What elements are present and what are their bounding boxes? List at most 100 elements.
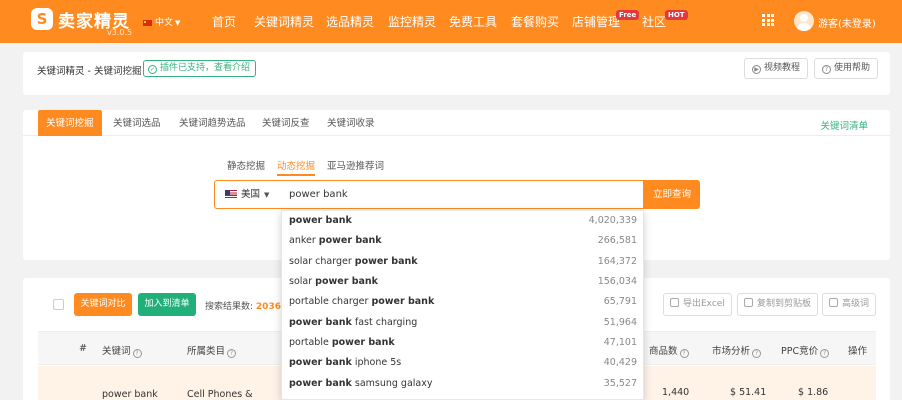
- country-label: 美国: [241, 189, 261, 200]
- breadcrumb-card: 关键词精灵 - 关键词挖掘 ✓ 插件已支持，查看介绍 ▶ 视频教程 ? 使用帮助: [23, 52, 890, 95]
- row-market: $ 51.41: [730, 387, 767, 398]
- suggestion-item[interactable]: portable charger power bank 65,791: [282, 292, 643, 312]
- suggestion-item[interactable]: power bank 4,020,339: [282, 211, 643, 231]
- suggestion-volume: 51,964: [603, 317, 637, 328]
- result-count-label: 搜索结果数:: [205, 302, 254, 312]
- suggestion-item[interactable]: solar power bank 156,034: [282, 272, 643, 292]
- header-products[interactable]: 商品数?: [649, 343, 689, 358]
- search-box: 美国 ▼: [214, 180, 644, 209]
- tab-keyword-indexing[interactable]: 关键词收录: [319, 110, 383, 136]
- help-icon[interactable]: ?: [132, 349, 142, 358]
- header-products-label: 商品数: [649, 346, 678, 357]
- result-count-value: 2036: [255, 302, 281, 312]
- copy-clipboard-button[interactable]: 复制到剪贴板: [737, 293, 819, 316]
- header-market-label: 市场分析: [712, 346, 751, 357]
- tab-keyword-products[interactable]: 关键词选品: [105, 110, 169, 136]
- subtab-static-mining[interactable]: 静态挖掘: [227, 158, 265, 172]
- header-category[interactable]: 所属类目?: [187, 343, 237, 358]
- advanced-keywords-label: 高级词: [842, 299, 870, 309]
- suggestion-volume: 47,101: [603, 337, 637, 348]
- help-icon[interactable]: ?: [752, 349, 762, 358]
- nav-item-community[interactable]: 社区: [642, 13, 666, 30]
- suggestion-item[interactable]: portable power bank 47,101: [282, 333, 643, 353]
- tab-keyword-trend-products[interactable]: 关键词趋势选品: [171, 110, 254, 136]
- china-flag-icon: [143, 19, 152, 26]
- country-select[interactable]: 美国 ▼: [215, 181, 281, 208]
- subtab-dynamic-mining[interactable]: 动态挖掘: [277, 158, 316, 176]
- header-ppc-label: PPC竞价: [781, 346, 819, 357]
- top-navbar: S 卖家精灵 v3.0.5 中文 ▼ 首页 关键词精灵 选品精灵 监控精灵 免费工…: [0, 0, 902, 43]
- tab-keyword-reverse[interactable]: 关键词反查: [254, 110, 318, 136]
- app-version: v3.0.5: [107, 28, 133, 37]
- suggestion-item[interactable]: solar charger power bank 164,372: [282, 252, 643, 272]
- row-keyword[interactable]: power bank: [102, 389, 158, 400]
- chevron-down-icon: ▼: [264, 191, 270, 199]
- header-action: 操作: [848, 346, 868, 357]
- suggestion-volume: 4,020,339: [588, 215, 637, 226]
- search-input[interactable]: [289, 181, 639, 208]
- nav-item-store-management[interactable]: 店铺管理: [572, 13, 620, 30]
- apps-grid-icon[interactable]: [762, 14, 774, 26]
- copy-clipboard-label: 复制到剪贴板: [757, 299, 812, 309]
- nav-item-home[interactable]: 首页: [212, 13, 236, 30]
- nav-item-plans[interactable]: 套餐购买: [511, 13, 559, 30]
- suggestion-volume: 65,791: [603, 296, 637, 307]
- help-label: 使用帮助: [834, 63, 871, 73]
- copy-icon: [744, 298, 753, 307]
- nav-item-keyword-wizard[interactable]: 关键词精灵: [254, 13, 314, 30]
- row-category: Cell Phones &: [187, 389, 253, 400]
- header-category-label: 所属类目: [187, 346, 226, 357]
- advanced-keywords-button[interactable]: 高级词: [822, 293, 877, 316]
- tab-keyword-mining[interactable]: 关键词挖掘: [38, 110, 102, 136]
- suggestion-volume: 40,429: [603, 357, 637, 368]
- export-icon: [670, 298, 679, 307]
- nav-item-product-wizard[interactable]: 选品精灵: [326, 13, 374, 30]
- plugin-support-label: 插件已支持，查看介绍: [160, 63, 251, 73]
- header-ppc[interactable]: PPC竞价?: [781, 343, 830, 358]
- compare-keywords-button[interactable]: 关键词对比: [74, 293, 132, 316]
- play-icon: ▶: [752, 65, 761, 74]
- header-keyword[interactable]: 关键词?: [102, 343, 142, 358]
- subtab-amazon-suggestions[interactable]: 亚马逊推荐词: [327, 158, 384, 172]
- avatar[interactable]: [794, 11, 814, 31]
- suggestion-item[interactable]: power bank samsung galaxy 35,527: [282, 374, 643, 394]
- suggestion-item[interactable]: power bank fast charging 51,964: [282, 313, 643, 333]
- header-index: #: [79, 343, 87, 354]
- language-label: 中文: [155, 18, 174, 28]
- add-to-list-button[interactable]: 加入到清单: [138, 293, 196, 316]
- row-products: 1,440: [662, 387, 690, 398]
- header-market-analysis[interactable]: 市场分析?: [712, 343, 762, 358]
- logo-icon: S: [31, 8, 53, 30]
- suggestion-volume: 164,372: [597, 256, 637, 267]
- help-button[interactable]: ? 使用帮助: [814, 58, 879, 79]
- free-badge: Free: [616, 10, 640, 20]
- select-all-checkbox[interactable]: [53, 299, 64, 310]
- username[interactable]: 游客(未登录): [818, 15, 876, 30]
- header-keyword-label: 关键词: [102, 346, 131, 357]
- advanced-icon: [829, 298, 838, 307]
- suggestion-item[interactable]: power bank iphone 5s 40,429: [282, 353, 643, 373]
- language-selector[interactable]: 中文 ▼: [143, 15, 180, 28]
- chevron-down-icon: ▼: [175, 19, 181, 27]
- help-icon[interactable]: ?: [227, 349, 237, 358]
- suggestion-volume: 266,581: [597, 235, 637, 246]
- breadcrumb: 关键词精灵 - 关键词挖掘: [37, 66, 142, 77]
- help-icon[interactable]: ?: [820, 349, 830, 358]
- result-count: 搜索结果数: 2036: [205, 299, 281, 312]
- search-button[interactable]: 立即查询: [644, 180, 700, 209]
- export-excel-button[interactable]: 导出Excel: [663, 293, 732, 316]
- video-tutorial-button[interactable]: ▶ 视频教程: [744, 58, 809, 79]
- suggestion-item[interactable]: anker power bank 266,581: [282, 231, 643, 251]
- help-icon[interactable]: ?: [679, 349, 689, 358]
- keyword-list-link[interactable]: 关键词清单: [820, 118, 868, 132]
- autocomplete-dropdown: power bank 4,020,339 anker power bank 266,…: [281, 210, 644, 400]
- question-icon: ?: [822, 65, 831, 74]
- nav-item-monitor-wizard[interactable]: 监控精灵: [388, 13, 436, 30]
- video-tutorial-label: 视频教程: [764, 63, 801, 73]
- hot-badge: HOT: [665, 10, 688, 20]
- us-flag-icon: [225, 190, 237, 198]
- nav-item-free-tools[interactable]: 免费工具: [449, 13, 497, 30]
- plugin-support-tag[interactable]: ✓ 插件已支持，查看介绍: [143, 60, 257, 77]
- suggestion-volume: 156,034: [597, 276, 637, 287]
- suggestion-volume: 35,527: [603, 378, 637, 389]
